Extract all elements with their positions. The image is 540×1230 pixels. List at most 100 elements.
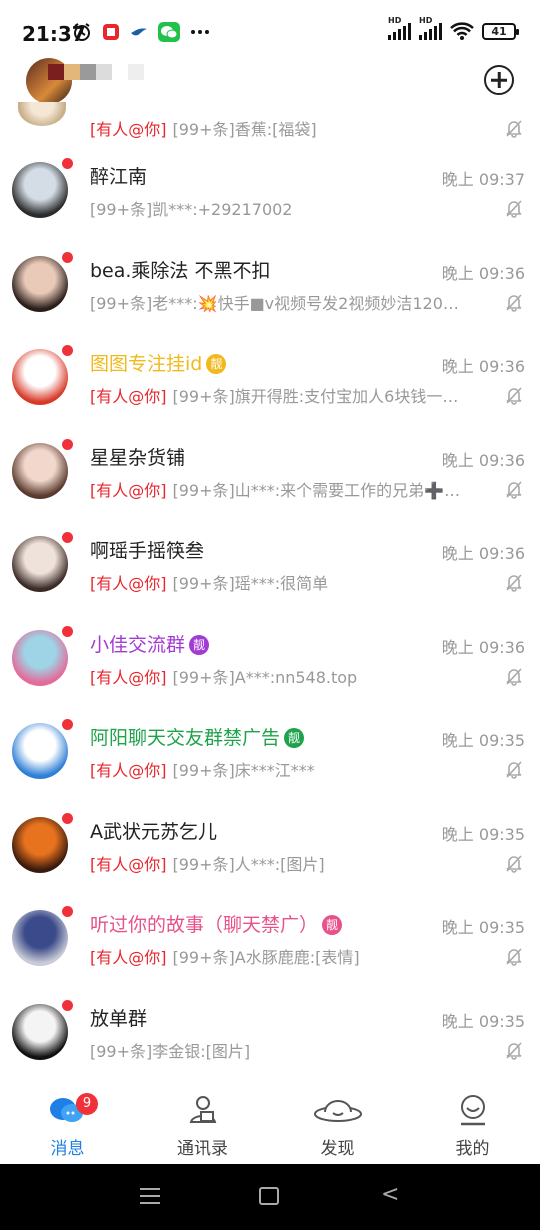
- conversation-name-text: 图图专注挂id: [90, 353, 203, 375]
- message-preview: [有人@你] [99+条]香蕉:[福袋]: [90, 116, 494, 140]
- unread-dot: [62, 625, 73, 637]
- tab-label: 我的: [455, 1139, 490, 1159]
- system-navigation-bar: <: [0, 1164, 540, 1230]
- tab-messages[interactable]: 9 消息: [0, 1078, 135, 1164]
- avatar[interactable]: [12, 255, 68, 312]
- premium-badge: 靓: [322, 915, 343, 935]
- conversation-name: 小佳交流群靓: [90, 630, 210, 657]
- message-preview: [有人@你] [99+条]A水豚鹿鹿:[表情]: [90, 944, 494, 968]
- preview-text: [99+条]李金银:[图片]: [90, 1041, 251, 1061]
- battery-icon: 41: [482, 22, 519, 40]
- conversation-name: 啊瑶手摇筷叁: [90, 536, 204, 563]
- timestamp: 晚上 09:36: [441, 357, 525, 376]
- timestamp: 晚上 09:35: [441, 918, 525, 937]
- tab-profile[interactable]: 我的: [405, 1078, 540, 1164]
- status-bar: 21:37 HD HD 41: [0, 0, 540, 60]
- premium-badge: 靓: [284, 728, 305, 748]
- back-button[interactable]: <: [381, 1184, 399, 1206]
- unread-dot: [62, 906, 73, 917]
- header: [0, 58, 540, 108]
- avatar[interactable]: [12, 349, 68, 405]
- conversation-name: 阿阳聊天交友群禁广告靓: [90, 723, 305, 750]
- timestamp: 晚上 09:36: [441, 450, 525, 470]
- avatar[interactable]: [12, 442, 68, 499]
- preview-text: [99+条]香蕉:[福袋]: [172, 120, 317, 139]
- recent-apps-button[interactable]: [140, 1188, 160, 1209]
- conversation-name-text: 阿阳聊天交友群禁广告: [90, 727, 281, 749]
- preview-text: [99+条]凯***:+29217002: [90, 200, 293, 219]
- conversation-row[interactable]: 听过你的故事（聊天禁广）靓 晚上 09:35 [有人@你] [99+条]A水豚鹿鹿:[…: [0, 896, 540, 990]
- preview-text: [99+条]老***:💥快手■v视频号发2视频妙洁120…: [90, 293, 459, 313]
- conversation-name-text: 听过你的故事（聊天禁广）: [90, 914, 319, 936]
- alarm-icon: [74, 23, 90, 41]
- message-preview: [有人@你] [99+条]山***:来个需要工作的兄弟➕…: [90, 477, 494, 501]
- avatar[interactable]: [18, 102, 66, 126]
- avatar[interactable]: [12, 816, 68, 873]
- unread-dot: [62, 999, 73, 1011]
- avatar[interactable]: [12, 723, 68, 779]
- mention-tag: [有人@你]: [90, 667, 167, 687]
- planet-icon: [313, 1100, 362, 1122]
- conversation-name: 放单群: [90, 1004, 147, 1031]
- conversation-row[interactable]: A武状元苏乞儿 晚上 09:35 [有人@你] [99+条]人***:[图片]: [0, 803, 540, 897]
- conversation-row[interactable]: 放单群 晚上 09:35 [99+条]李金银:[图片]: [0, 990, 540, 1079]
- mention-tag: [有人@你]: [90, 854, 167, 874]
- conversation-name: 听过你的故事（聊天禁广）靓: [90, 910, 343, 937]
- avatar[interactable]: [12, 162, 68, 218]
- timestamp: 晚上 09:35: [441, 731, 525, 750]
- avatar[interactable]: [12, 629, 68, 686]
- tab-contacts[interactable]: 通讯录: [135, 1078, 270, 1164]
- conversation-list[interactable]: [有人@你] [99+条]香蕉:[福袋] 醉江南 晚上 09:37 [99+条]凯***…: [0, 102, 540, 1078]
- conversation-row[interactable]: 啊瑶手摇筷叁 晚上 09:36 [有人@你] [99+条]瑶***:很简单: [0, 522, 540, 616]
- conversation-row[interactable]: 小佳交流群靓 晚上 09:36 [有人@你] [99+条]A***:nn548.top: [0, 616, 540, 710]
- conversation-name-text: 小佳交流群: [90, 633, 186, 656]
- timestamp: 晚上 09:36: [441, 544, 525, 563]
- conversation-name: 醉江南: [90, 162, 147, 189]
- more-dots-icon: [191, 30, 209, 34]
- timestamp: 晚上 09:36: [441, 637, 525, 657]
- muted-bell-icon: [504, 1040, 524, 1060]
- muted-bell-icon: [504, 118, 524, 138]
- preview-text: [99+条]山***:来个需要工作的兄弟➕…: [172, 480, 461, 500]
- avatar[interactable]: [12, 536, 68, 592]
- conversation-name: 星星杂货铺: [90, 443, 185, 470]
- muted-bell-icon: [504, 666, 524, 686]
- add-button[interactable]: [484, 65, 514, 95]
- unread-dot: [62, 345, 73, 356]
- timestamp: 晚上 09:36: [441, 263, 525, 283]
- unread-dot: [62, 719, 73, 730]
- avatar[interactable]: [12, 910, 68, 966]
- message-preview: [有人@你] [99+条]瑶***:很简单: [90, 570, 494, 594]
- conversation-row[interactable]: 醉江南 晚上 09:37 [99+条]凯***:+29217002: [0, 148, 540, 242]
- conversation-row[interactable]: 图图专注挂id 靓 晚上 09:36 [有人@你] [99+条]旗开得胜:支付宝加人6块…: [0, 335, 540, 429]
- home-button[interactable]: [259, 1187, 279, 1205]
- signal-hd-icon: HD: [388, 16, 411, 40]
- mention-tag: [有人@你]: [90, 574, 167, 593]
- conversation-row[interactable]: [有人@你] [99+条]香蕉:[福袋]: [0, 102, 540, 148]
- conversation-name-text: 啊瑶手摇筷叁: [90, 540, 205, 562]
- timestamp: 晚上 09:35: [441, 824, 525, 844]
- preview-text: [99+条]床***江***: [172, 761, 315, 780]
- timestamp: 晚上 09:37: [441, 170, 525, 189]
- premium-badge: 靓: [189, 634, 210, 655]
- unread-dot: [62, 532, 73, 543]
- tab-discover[interactable]: 发现: [270, 1078, 405, 1164]
- message-preview: [有人@你] [99+条]A***:nn548.top: [90, 664, 494, 688]
- conversation-row[interactable]: 星星杂货铺 晚上 09:36 [有人@你] [99+条]山***:来个需要工作的兄弟➕…: [0, 429, 540, 523]
- wechat-icon: [158, 22, 180, 42]
- muted-bell-icon: [504, 292, 524, 312]
- mention-tag: [有人@你]: [90, 948, 167, 967]
- avatar[interactable]: [12, 1003, 68, 1060]
- preview-text: [99+条]瑶***:很简单: [172, 574, 329, 593]
- signal-hd-icon: HD: [419, 16, 442, 40]
- mention-tag: [有人@你]: [90, 480, 167, 500]
- mention-tag: [有人@你]: [90, 761, 167, 780]
- muted-bell-icon: [504, 198, 524, 218]
- notification-icons: [72, 22, 210, 42]
- app-icon: [103, 24, 119, 40]
- contacts-icon: [189, 1096, 216, 1123]
- system-icons: HD HD 41: [388, 16, 519, 40]
- conversation-row[interactable]: bea.乘除法 不黑不扣 晚上 09:36 [99+条]老***:💥快手■v视频号发…: [0, 242, 540, 336]
- conversation-row[interactable]: 阿阳聊天交友群禁广告靓 晚上 09:35 [有人@你] [99+条]床***江***: [0, 709, 540, 803]
- message-preview: [99+条]凯***:+29217002: [90, 196, 494, 220]
